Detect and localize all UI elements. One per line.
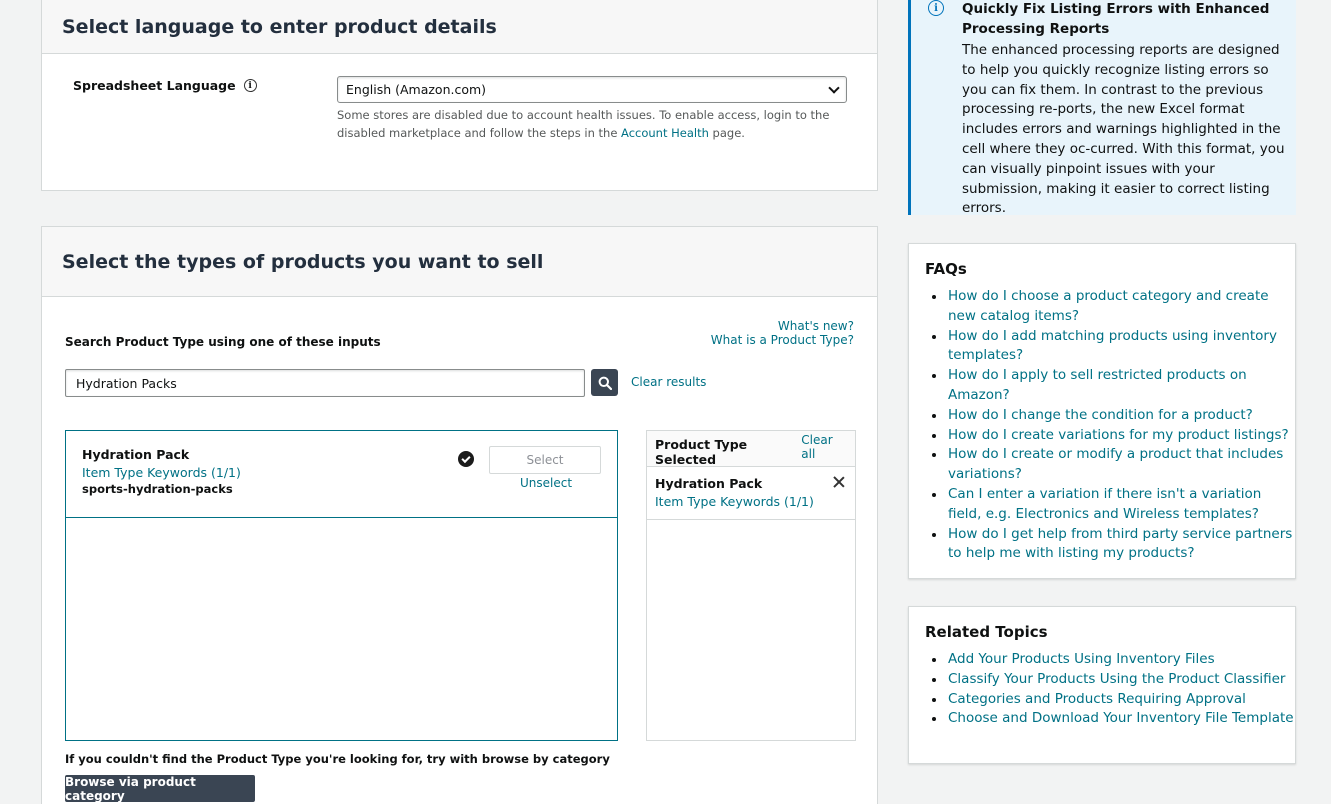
related-topic-link[interactable]: Classify Your Products Using the Product… (925, 670, 1295, 690)
selected-title: Product Type Selected (655, 436, 748, 467)
faq-link[interactable]: Can I enter a variation if there isn't a… (925, 485, 1295, 525)
search-button[interactable] (591, 369, 618, 396)
search-label: Search Product Type using one of these i… (65, 335, 381, 349)
selected-item: Hydration Pack Item Type Keywords (1/1) (647, 467, 855, 520)
product-types-panel: Select the types of products you want to… (41, 226, 878, 804)
chevron-down-icon (828, 81, 840, 94)
language-select[interactable]: English (Amazon.com) (337, 76, 847, 103)
product-types-title: Select the types of products you want to… (42, 227, 877, 297)
search-icon (598, 376, 612, 390)
faq-link[interactable]: How do I create or modify a product that… (925, 445, 1295, 485)
language-panel-title: Select language to enter product details (42, 0, 877, 54)
language-panel: Select language to enter product details… (41, 0, 878, 191)
unselect-link[interactable]: Unselect (520, 476, 572, 490)
related-topics-card: Related Topics Add Your Products Using I… (908, 606, 1296, 764)
faqs-title: FAQs (925, 260, 967, 278)
faqs-list: How do I choose a product category and c… (925, 287, 1295, 564)
faq-link[interactable]: How do I choose a product category and c… (925, 287, 1295, 327)
info-alert: i Quickly Fix Listing Errors with Enhanc… (908, 0, 1296, 216)
related-topic-link[interactable]: Add Your Products Using Inventory Files (925, 650, 1295, 670)
clear-results-link[interactable]: Clear results (631, 375, 706, 389)
language-note-text: Some stores are disabled due to account … (337, 108, 830, 140)
whats-new-link[interactable]: What's new? (778, 319, 854, 333)
account-health-link[interactable]: Account Health (621, 126, 709, 140)
search-results-list: Hydration Pack Item Type Keywords (1/1) … (65, 430, 618, 741)
select-button[interactable]: Select (489, 446, 601, 474)
selected-header: Product Type Selected Clear all (647, 431, 855, 467)
selected-item-keywords-link[interactable]: Item Type Keywords (1/1) (655, 494, 847, 509)
result-item: Hydration Pack Item Type Keywords (1/1) … (66, 431, 617, 518)
faq-link[interactable]: How do I create variations for my produc… (925, 426, 1295, 446)
language-note: Some stores are disabled due to account … (337, 106, 837, 142)
what-is-product-type-link[interactable]: What is a Product Type? (711, 333, 854, 347)
spreadsheet-language-text: Spreadsheet Language (73, 78, 236, 93)
selected-item-title: Hydration Pack (655, 476, 763, 491)
language-note-suffix: page. (708, 126, 745, 140)
product-type-search-input[interactable]: Hydration Packs (65, 369, 585, 397)
related-topic-link[interactable]: Categories and Products Requiring Approv… (925, 690, 1295, 710)
browse-category-button[interactable]: Browse via product category (65, 775, 255, 803)
help-links: What's new? What is a Product Type? (711, 319, 854, 347)
check-circle-icon (458, 451, 474, 467)
info-icon[interactable]: i (243, 79, 257, 92)
info-icon: i (928, 0, 944, 16)
selected-product-types: Product Type Selected Clear all Hydratio… (646, 430, 856, 741)
faq-link[interactable]: How do I apply to sell restricted produc… (925, 366, 1295, 406)
clear-all-link[interactable]: Clear all (801, 433, 847, 461)
faq-link[interactable]: How do I add matching products using inv… (925, 327, 1295, 367)
close-icon[interactable] (833, 476, 845, 488)
faq-link[interactable]: How do I get help from third party servi… (925, 525, 1295, 565)
related-topics-list: Add Your Products Using Inventory Files … (925, 650, 1295, 729)
faq-link[interactable]: How do I change the condition for a prod… (925, 406, 1295, 426)
alert-title: Quickly Fix Listing Errors with Enhanced… (962, 1, 1270, 37)
faqs-card: FAQs How do I choose a product category … (908, 243, 1296, 579)
browse-hint: If you couldn't find the Product Type yo… (65, 752, 610, 766)
alert-body: The enhanced processing reports are desi… (962, 42, 1285, 217)
language-select-value: English (Amazon.com) (346, 82, 487, 97)
related-topics-title: Related Topics (925, 623, 1048, 641)
spreadsheet-language-label: Spreadsheet Language i (73, 78, 257, 93)
related-topic-link[interactable]: Choose and Download Your Inventory File … (925, 709, 1295, 729)
